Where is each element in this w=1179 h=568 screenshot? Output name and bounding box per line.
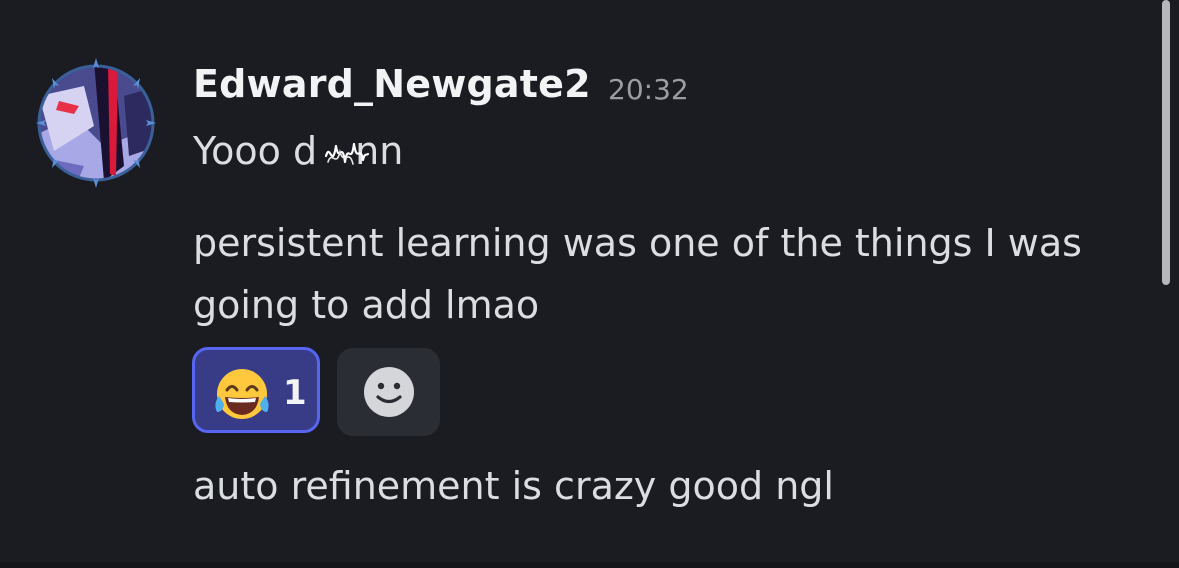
scrollbar-thumb[interactable] bbox=[1162, 0, 1170, 285]
message-text-line: auto refinement is crazy good ngl bbox=[193, 464, 834, 508]
reaction-button[interactable]: 1 bbox=[192, 347, 320, 433]
avatar[interactable] bbox=[34, 56, 158, 190]
scrollbar[interactable] bbox=[1158, 0, 1179, 568]
message-text-line: persistent learning was one of the thing… bbox=[193, 221, 1082, 327]
reaction-count: 1 bbox=[283, 373, 307, 413]
smiley-icon bbox=[364, 367, 414, 417]
add-reaction-button[interactable] bbox=[337, 348, 440, 436]
avatar-image bbox=[36, 58, 156, 188]
message-timestamp[interactable]: 20:32 bbox=[608, 73, 689, 106]
scribble-mark bbox=[324, 142, 370, 165]
author-name[interactable]: Edward_Newgate2 bbox=[193, 62, 591, 106]
chat-message: Edward_Newgate2 20:32 Yooo d nn persiste… bbox=[0, 0, 1150, 568]
bottom-divider bbox=[0, 562, 1179, 568]
message-text-line: Yooo d nn bbox=[193, 129, 404, 173]
tears-of-joy-icon bbox=[215, 369, 269, 419]
